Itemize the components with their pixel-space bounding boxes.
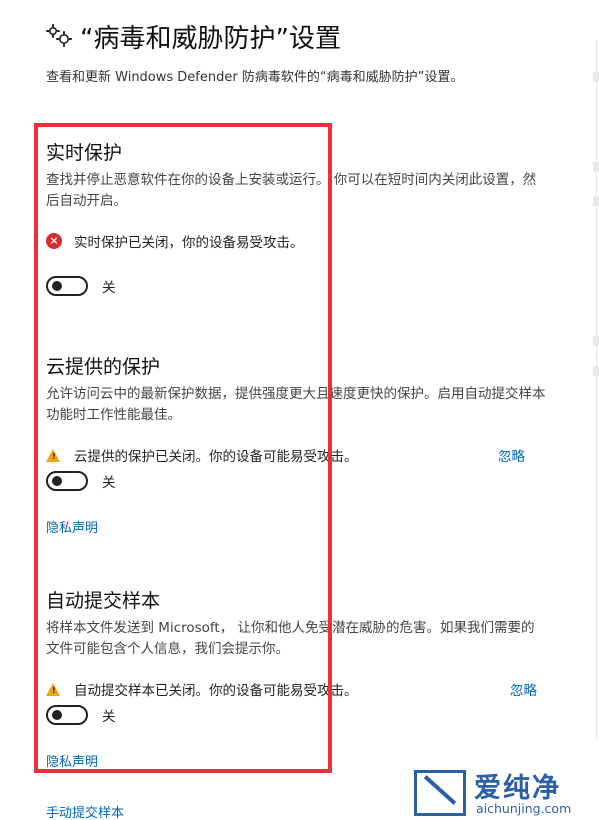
toggle-sample-submission[interactable]: 关 — [46, 705, 116, 725]
privacy-link-sample-submission[interactable]: 隐私声明 — [46, 751, 98, 770]
warning-icon: ! — [46, 682, 60, 696]
status-text-sample-submission: 自动提交样本已关闭。你的设备可能易受攻击。 — [74, 683, 358, 699]
status-realtime: × 实时保护已关闭，你的设备易受攻击。 — [46, 231, 304, 251]
section-description-realtime: 查找并停止恶意软件在你的设备上安装或运行。 你可以在短时间内关闭此设置，然后自动… — [46, 172, 537, 209]
status-cloud: ! 云提供的保护已关闭。你的设备可能易受攻击。 — [46, 445, 358, 465]
page-title: “病毒和威胁防护”设置 — [80, 24, 341, 54]
pane-divider-tick — [593, 196, 599, 206]
toggle-state-label: 关 — [102, 475, 116, 491]
toggle-thumb — [52, 281, 62, 291]
section-description-sample-submission: 将样本文件发送到 Microsoft， 让你和他人免受潜在威胁的危害。如果我们需… — [46, 620, 535, 657]
section-title-realtime: 实时保护 — [46, 142, 123, 164]
toggle-track[interactable] — [46, 276, 88, 296]
privacy-link-cloud[interactable]: 隐私声明 — [46, 517, 98, 536]
section-title-sample-submission: 自动提交样本 — [46, 590, 161, 612]
toggle-realtime-protection[interactable]: 关 — [46, 276, 116, 296]
watermark-brand: 爱纯净 — [474, 773, 561, 804]
section-title-cloud: 云提供的保护 — [46, 356, 161, 378]
gear-icon — [46, 24, 72, 47]
pane-divider-tick — [593, 162, 599, 172]
pane-divider-tick — [593, 72, 599, 82]
section-description-cloud: 允许访问云中的最新保护数据，提供强度更大且速度更快的保护。启用自动提交样本功能时… — [46, 386, 546, 423]
manual-submit-sample-link[interactable]: 手动提交样本 — [46, 802, 124, 820]
watermark-url: aichunjing.com — [476, 801, 572, 816]
watermark-logo: 爱纯净 aichunjing.com — [412, 766, 598, 820]
status-sample-submission: ! 自动提交样本已关闭。你的设备可能易受攻击。 — [46, 679, 358, 699]
pane-divider-tick — [593, 336, 599, 346]
warning-icon: ! — [46, 448, 60, 462]
toggle-thumb — [52, 476, 62, 486]
toggle-state-label: 关 — [102, 280, 116, 296]
pane-divider — [596, 40, 597, 740]
status-text-cloud: 云提供的保护已关闭。你的设备可能易受攻击。 — [74, 449, 358, 465]
status-text-realtime: 实时保护已关闭，你的设备易受攻击。 — [74, 235, 304, 251]
error-icon: × — [46, 233, 62, 249]
toggle-thumb — [52, 710, 62, 720]
dismiss-link-cloud[interactable]: 忽略 — [498, 445, 525, 465]
page-subtitle: 查看和更新 Windows Defender 防病毒软件的“病毒和威胁防护”设置… — [46, 70, 464, 85]
pane-divider-tick — [593, 366, 599, 376]
dismiss-link-sample-submission[interactable]: 忽略 — [510, 679, 537, 699]
toggle-state-label: 关 — [102, 709, 116, 725]
toggle-track[interactable] — [46, 705, 88, 725]
toggle-track[interactable] — [46, 471, 88, 491]
toggle-cloud-protection[interactable]: 关 — [46, 471, 116, 491]
